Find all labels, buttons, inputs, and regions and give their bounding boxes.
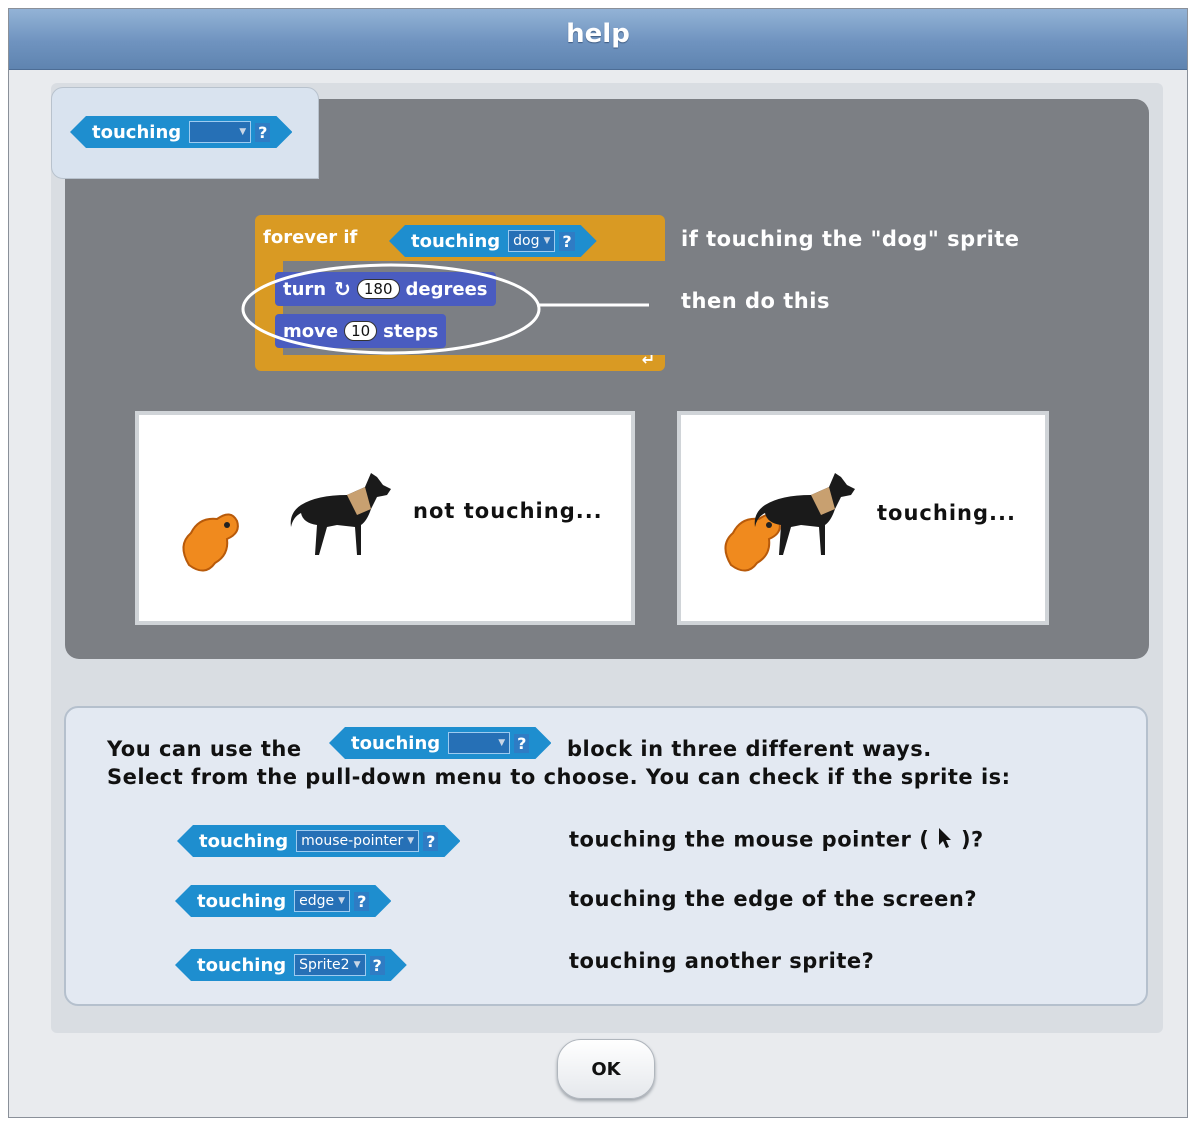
option-desc-sprite: touching another sprite? [569, 949, 875, 973]
chevron-down-icon: ▼ [353, 960, 361, 970]
option-desc-edge: touching the edge of the screen? [569, 887, 978, 911]
touching-edge-block[interactable]: touching edge ▼ ? [175, 885, 391, 917]
touching-mouse-pointer-block[interactable]: touching mouse-pointer ▼ ? [177, 825, 460, 857]
annotation-action: then do this [681, 289, 830, 313]
block-tab: touching ▼ ? [51, 87, 319, 179]
scene-caption: not touching... [413, 499, 603, 523]
option-desc-mouse-pointer: touching the mouse pointer ( )? [569, 827, 984, 854]
block-label: touching [197, 954, 287, 976]
chevron-down-icon: ▼ [239, 127, 247, 137]
title-bar[interactable]: help [9, 9, 1187, 70]
forever-if-label: forever if [263, 227, 358, 248]
dropdown-value: Sprite2 [299, 957, 350, 973]
dog-sprite-icon [290, 473, 391, 555]
touching-dog-block[interactable]: touching dog ▼ ? [389, 225, 597, 257]
option-desc-suffix: )? [960, 827, 984, 852]
sprite-dropdown[interactable]: mouse-pointer ▼ [296, 830, 419, 852]
explanation-line1-suffix: block in three different ways. [567, 737, 932, 761]
cat-sprite-icon [182, 513, 239, 572]
dog-sprite-icon [754, 473, 855, 555]
option-desc-text: touching the mouse pointer ( [569, 827, 930, 852]
sprite-dropdown[interactable]: ▼ [448, 732, 510, 754]
help-dialog: help touching ▼ ? forever if ↵ touching … [8, 8, 1188, 1118]
block-label: touching [92, 121, 182, 143]
highlight-ellipse [241, 263, 649, 355]
question-mark: ? [255, 123, 270, 142]
question-mark: ? [514, 734, 529, 753]
dropdown-value: edge [299, 893, 335, 909]
annotation-condition: if touching the "dog" sprite [681, 227, 1020, 251]
question-mark: ? [354, 892, 369, 911]
block-label: touching [351, 732, 441, 754]
scene-touching: touching... [677, 411, 1049, 625]
scene-caption: touching... [877, 501, 1016, 525]
sprite-dropdown[interactable]: edge ▼ [294, 890, 350, 912]
dropdown-value: dog [513, 233, 540, 249]
sprite-dropdown[interactable]: ▼ [189, 121, 251, 143]
dropdown-value: mouse-pointer [301, 833, 404, 849]
question-mark: ? [370, 956, 385, 975]
explanation-line1-prefix: You can use the [107, 737, 302, 761]
question-mark: ? [559, 232, 574, 251]
touching-block[interactable]: touching ▼ ? [70, 116, 292, 148]
window-title: help [566, 19, 630, 49]
chevron-down-icon: ▼ [498, 738, 506, 748]
block-label: touching [199, 830, 289, 852]
touching-block-inline[interactable]: touching ▼ ? [329, 727, 551, 759]
touching-sprite2-block[interactable]: touching Sprite2 ▼ ? [175, 949, 407, 981]
chevron-down-icon: ▼ [338, 896, 346, 906]
block-label: touching [197, 890, 287, 912]
sprite-dropdown[interactable]: Sprite2 ▼ [294, 954, 365, 976]
cursor-arrow-icon [937, 827, 953, 854]
chevron-down-icon: ▼ [407, 836, 415, 846]
block-label: touching [411, 230, 501, 252]
question-mark: ? [423, 832, 438, 851]
scene-not-touching: not touching... [135, 411, 635, 625]
explanation-line2: Select from the pull-down menu to choose… [107, 765, 1011, 789]
ok-button[interactable]: OK [557, 1039, 655, 1099]
sprite-dropdown[interactable]: dog ▼ [508, 230, 555, 252]
chevron-down-icon: ▼ [543, 236, 551, 246]
